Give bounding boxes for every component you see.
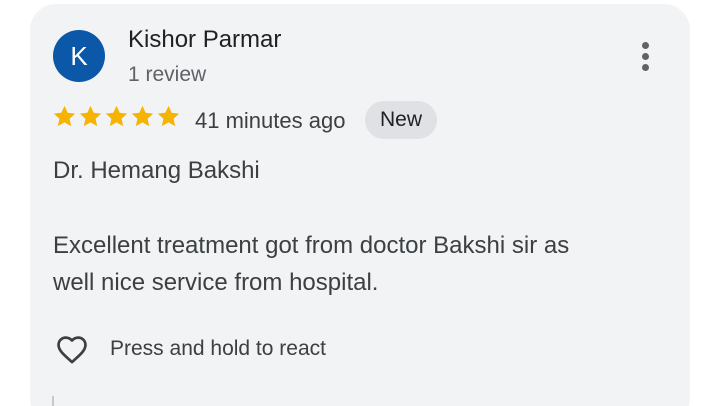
review-count: 1 review xyxy=(128,63,207,86)
star-icon xyxy=(79,105,102,127)
review-time: 41 minutes ago xyxy=(195,108,346,133)
divider xyxy=(52,396,54,406)
react-button[interactable]: Press and hold to react xyxy=(52,330,326,368)
review-card: K Kishor Parmar 1 review 41 minutes ago … xyxy=(30,4,690,406)
review-text-line: Dr. Hemang Bakshi xyxy=(53,157,260,184)
star-icon xyxy=(157,105,180,127)
star-rating xyxy=(52,104,181,129)
review-text-line: well nice service from hospital. xyxy=(53,269,379,296)
review-text-line: Excellent treatment got from doctor Baks… xyxy=(53,232,570,259)
star-icon xyxy=(53,105,76,127)
avatar[interactable]: K xyxy=(53,30,105,82)
heart-outline-icon xyxy=(57,336,87,364)
more-vert-icon xyxy=(641,41,649,49)
more-options-button[interactable] xyxy=(630,36,660,76)
avatar-initial: K xyxy=(70,41,88,71)
react-label: Press and hold to react xyxy=(110,337,326,360)
star-icon xyxy=(131,105,154,127)
star-icon xyxy=(105,105,128,127)
author-name[interactable]: Kishor Parmar xyxy=(128,26,281,54)
new-badge: New xyxy=(365,101,438,139)
